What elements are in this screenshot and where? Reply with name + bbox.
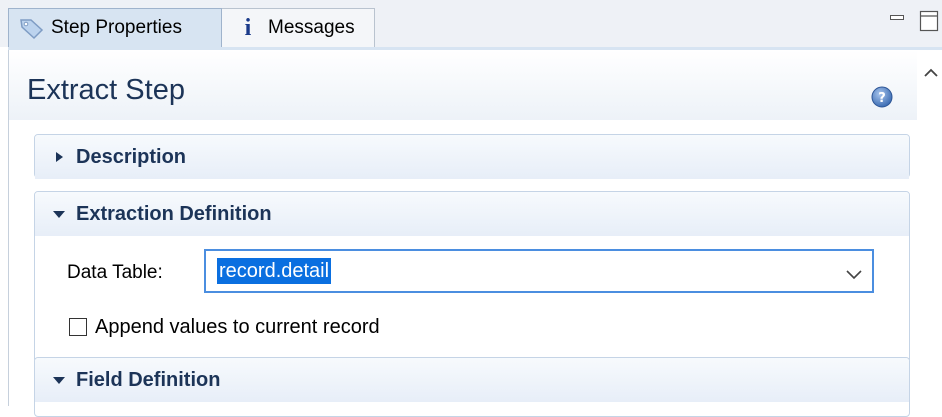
section-field-header[interactable]: Field Definition — [35, 358, 909, 402]
append-values-row: Append values to current record — [69, 314, 380, 340]
scroll-up-icon[interactable] — [923, 66, 939, 78]
chevron-down-icon — [52, 207, 66, 221]
section-extraction-label: Extraction Definition — [76, 202, 272, 225]
view-tab-bar: Step Properties i Messages — [0, 0, 942, 47]
data-table-value[interactable]: record.detail — [217, 258, 332, 284]
append-values-label[interactable]: Append values to current record — [95, 316, 380, 339]
tab-step-properties[interactable]: Step Properties — [8, 8, 222, 47]
section-field-definition: Field Definition — [34, 357, 910, 417]
tab-messages[interactable]: i Messages — [222, 8, 375, 47]
form-header: Extract Step ? — [9, 50, 917, 120]
data-table-row: Data Table: record.detail — [35, 249, 911, 293]
minimize-icon[interactable] — [890, 10, 904, 20]
info-icon: i — [244, 14, 252, 41]
section-extraction-definition: Extraction Definition Data Table: record… — [34, 191, 910, 363]
help-icon[interactable]: ? — [871, 86, 893, 108]
tab-label: Messages — [268, 17, 355, 38]
form-title: Extract Step — [27, 74, 185, 106]
section-extraction-header[interactable]: Extraction Definition — [35, 192, 909, 236]
data-table-combobox[interactable]: record.detail — [204, 249, 874, 293]
properties-content: Extract Step ? Description Extraction De… — [8, 50, 942, 417]
maximize-icon[interactable] — [919, 10, 939, 32]
data-table-label: Data Table: — [67, 262, 163, 283]
chevron-down-icon — [52, 373, 66, 387]
svg-text:?: ? — [878, 91, 886, 106]
append-values-checkbox[interactable] — [69, 318, 87, 336]
section-description-label: Description — [76, 145, 187, 168]
tab-label: Step Properties — [51, 17, 182, 38]
chevron-right-icon — [52, 150, 66, 164]
section-description: Description — [34, 134, 910, 179]
chevron-down-icon[interactable] — [846, 267, 862, 280]
vertical-scrollbar[interactable] — [919, 50, 942, 406]
section-description-header[interactable]: Description — [35, 135, 909, 179]
tag-icon — [19, 16, 45, 40]
section-field-label: Field Definition — [76, 368, 221, 391]
